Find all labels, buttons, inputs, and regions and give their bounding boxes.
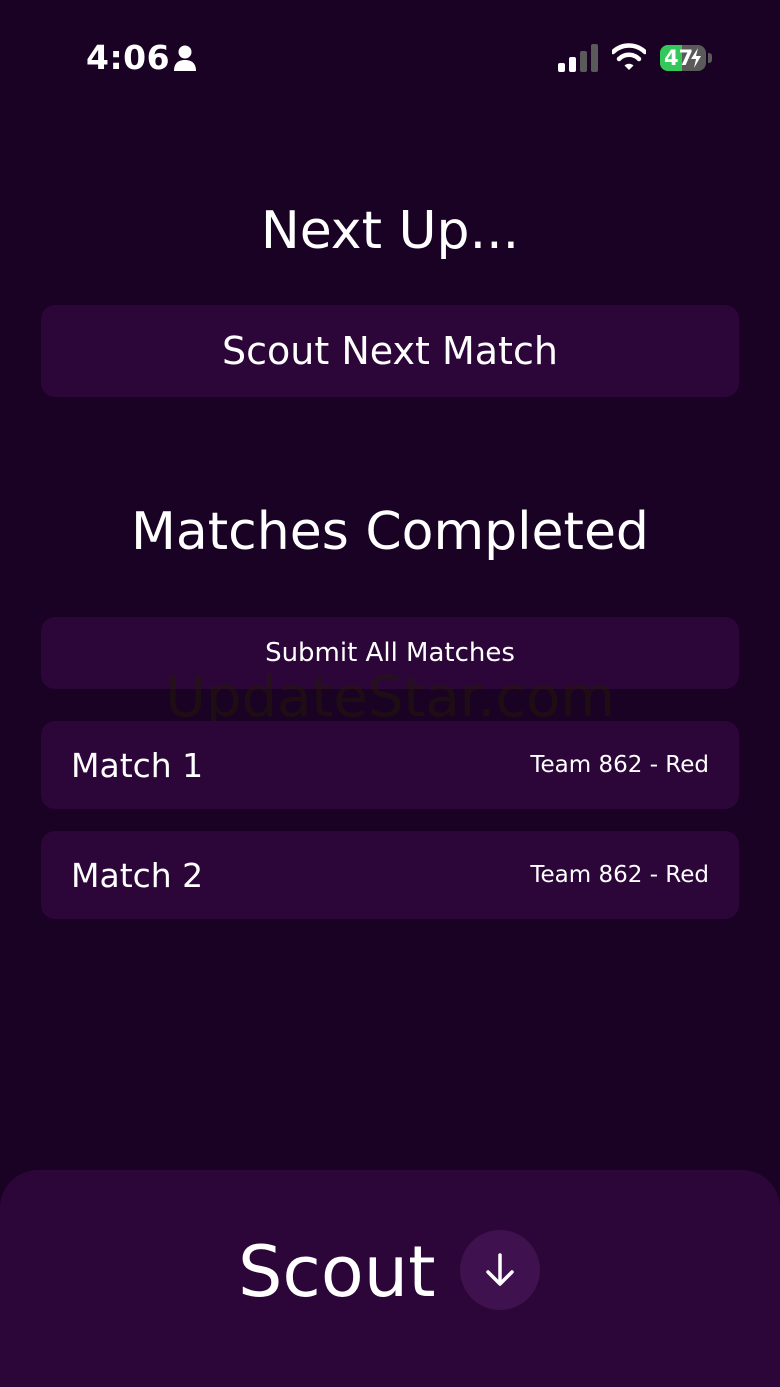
match-team: Team 862 - Red [530, 752, 709, 778]
battery-icon: 47 [660, 45, 706, 71]
match-name: Match 1 [71, 745, 204, 785]
cellular-signal-icon [558, 44, 598, 72]
next-up-heading: Next Up... [260, 201, 520, 261]
charging-bolt-icon [691, 48, 701, 68]
match-name: Match 2 [71, 855, 204, 895]
status-time: 4:06 [86, 38, 171, 77]
scout-label: Scout [238, 1231, 436, 1313]
match-list-item[interactable]: Match 2 Team 862 - Red [41, 831, 739, 919]
battery-level: 47 [664, 46, 694, 70]
person-icon [174, 45, 196, 71]
scout-next-match-label: Scout Next Match [222, 329, 558, 373]
arrow-down-icon [486, 1253, 514, 1286]
match-list-item[interactable]: Match 1 Team 862 - Red [41, 721, 739, 809]
match-team: Team 862 - Red [530, 862, 709, 888]
status-bar: 4:06 47 [0, 0, 780, 116]
wifi-icon [612, 43, 646, 70]
scout-next-match-button[interactable]: Scout Next Match [41, 305, 739, 397]
battery-cap [708, 53, 712, 63]
matches-completed-heading: Matches Completed [131, 502, 649, 562]
scout-toggle-button[interactable] [460, 1230, 540, 1310]
